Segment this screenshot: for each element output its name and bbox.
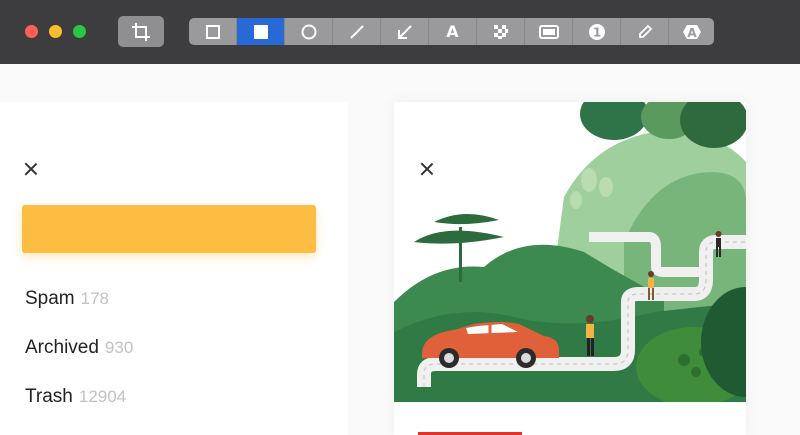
line-tool[interactable]	[333, 18, 381, 45]
window-close-button[interactable]	[25, 25, 38, 38]
mail-sidebar: Spam 178 Archived 930 Trash 12904	[0, 102, 348, 435]
highlight-box-icon	[538, 24, 559, 39]
crop-button[interactable]	[118, 16, 164, 47]
pixelate-tool[interactable]	[477, 18, 525, 45]
arrow-tool[interactable]	[381, 18, 429, 45]
annotation-tools: A 1 A	[189, 18, 714, 45]
folder-label: Trash	[25, 386, 73, 407]
text-icon: A	[446, 22, 459, 41]
magic-text-icon: A	[682, 24, 701, 40]
text-tool[interactable]: A	[429, 18, 477, 45]
folder-count: 930	[104, 338, 134, 357]
rectangle-filled-tool[interactable]	[237, 18, 285, 45]
landscape-illustration	[394, 102, 746, 402]
close-icon[interactable]	[24, 162, 38, 176]
screenshot-canvas: Spam 178 Archived 930 Trash 12904	[0, 64, 800, 435]
crop-icon	[132, 22, 150, 41]
magic-text-tool[interactable]: A	[669, 18, 714, 45]
window-minimize-button[interactable]	[49, 25, 62, 38]
folder-count: 178	[80, 289, 110, 308]
pencil-tool[interactable]	[621, 18, 669, 45]
rectangle-outline-tool[interactable]	[189, 18, 237, 45]
compose-button[interactable]	[22, 205, 316, 253]
article-card	[394, 102, 746, 435]
folder-archived[interactable]: Archived 930	[25, 337, 133, 359]
pencil-icon	[638, 24, 652, 38]
folder-trash[interactable]: Trash 12904	[25, 386, 126, 408]
folder-count: 12904	[78, 387, 127, 406]
close-icon[interactable]	[420, 162, 434, 176]
step-number-tool[interactable]: 1	[573, 18, 621, 45]
rectangle-outline-icon	[205, 24, 220, 39]
person-graphic	[586, 315, 594, 356]
folder-label: Spam	[25, 288, 75, 309]
window-maximize-button[interactable]	[73, 25, 86, 38]
ellipse-tool[interactable]	[285, 18, 333, 45]
highlight-tool[interactable]	[525, 18, 573, 45]
step-number-icon: 1	[588, 23, 605, 40]
pixelate-icon	[493, 24, 508, 39]
folder-label: Archived	[25, 337, 99, 358]
svg-text:A: A	[687, 26, 697, 40]
folder-spam[interactable]: Spam 178	[25, 288, 109, 310]
screenshot-toolbar: A 1 A	[0, 0, 800, 64]
arrow-icon	[397, 24, 412, 39]
rectangle-filled-icon	[253, 24, 268, 39]
ellipse-icon	[301, 24, 316, 39]
svg-text:1: 1	[592, 25, 600, 39]
line-icon	[349, 24, 364, 39]
